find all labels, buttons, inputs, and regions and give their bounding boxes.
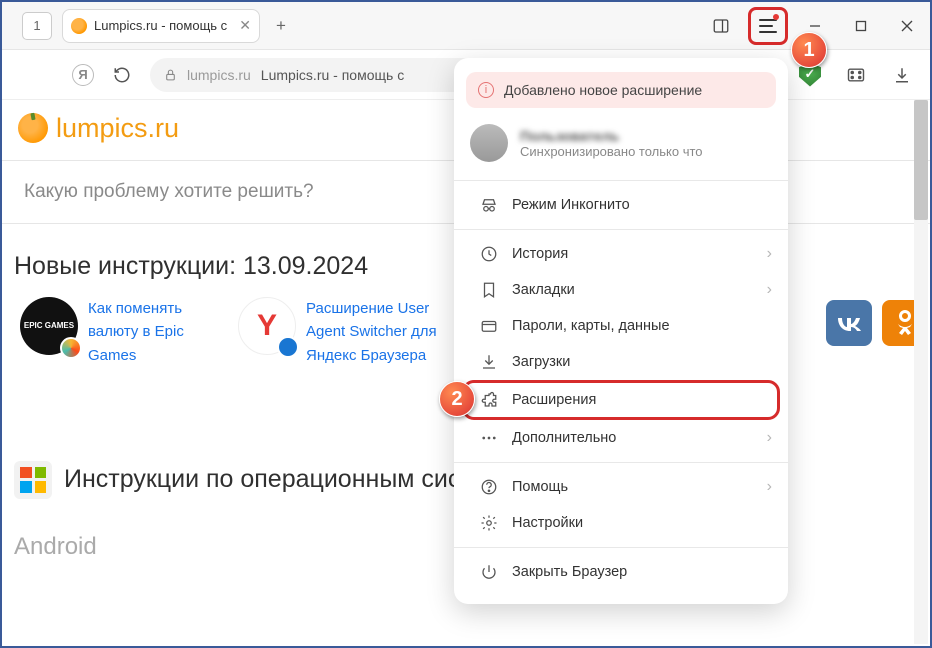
menu-separator bbox=[454, 180, 788, 181]
main-menu-dropdown: i Добавлено новое расширение Пользовател… bbox=[454, 58, 788, 604]
annotation-callout-1: 1 bbox=[791, 32, 827, 68]
chevron-right-icon: › bbox=[767, 478, 772, 496]
menu-profile[interactable]: Пользователь Синхронизировано только что bbox=[454, 116, 788, 174]
card-yandex[interactable]: Y Расширение User Agent Switcher для Янд… bbox=[238, 297, 448, 367]
gear-icon bbox=[480, 514, 498, 532]
avatar-icon bbox=[470, 124, 508, 162]
puzzle-icon bbox=[480, 391, 498, 409]
profile-status: Синхронизировано только что bbox=[520, 144, 703, 159]
menu-more[interactable]: Дополнительно › bbox=[462, 420, 780, 456]
card-badge-icon bbox=[277, 336, 299, 358]
menu-separator bbox=[454, 547, 788, 548]
vertical-scrollbar[interactable] bbox=[914, 100, 928, 644]
power-icon bbox=[480, 563, 498, 581]
chevron-right-icon: › bbox=[767, 281, 772, 299]
menu-banner[interactable]: i Добавлено новое расширение bbox=[466, 72, 776, 108]
yandex-browser-icon: Y bbox=[238, 297, 296, 355]
card-epic[interactable]: EPIC GAMES Как поменять валюту в Epic Ga… bbox=[20, 297, 230, 367]
tab-title: Lumpics.ru - помощь с bbox=[94, 18, 232, 33]
site-logo-text[interactable]: lumpics.ru bbox=[56, 113, 179, 144]
menu-help[interactable]: Помощь › bbox=[462, 469, 780, 505]
yandex-home-icon[interactable]: Я bbox=[72, 64, 94, 86]
hamburger-icon bbox=[759, 19, 777, 33]
favicon-icon bbox=[71, 18, 87, 34]
history-icon bbox=[480, 245, 498, 263]
menu-separator bbox=[454, 229, 788, 230]
menu-banner-text: Добавлено новое расширение bbox=[504, 82, 702, 98]
profile-name: Пользователь bbox=[520, 128, 703, 144]
download-icon bbox=[480, 353, 498, 371]
menu-downloads[interactable]: Загрузки bbox=[462, 344, 780, 380]
scrollbar-thumb[interactable] bbox=[914, 100, 928, 220]
extensions-toolbar-icon[interactable] bbox=[838, 65, 874, 85]
bookmark-icon bbox=[480, 281, 498, 299]
annotation-callout-2: 2 bbox=[439, 381, 475, 417]
new-tab-button[interactable]: + bbox=[266, 11, 296, 41]
info-icon: i bbox=[478, 82, 494, 98]
maximize-button[interactable] bbox=[838, 3, 884, 49]
menu-separator bbox=[454, 462, 788, 463]
browser-tab[interactable]: Lumpics.ru - помощь с ✕ bbox=[62, 9, 260, 43]
menu-incognito[interactable]: Режим Инкогнито bbox=[462, 187, 780, 223]
chevron-right-icon: › bbox=[767, 245, 772, 263]
card-badge-icon bbox=[60, 337, 82, 359]
epic-games-icon: EPIC GAMES bbox=[20, 297, 78, 355]
menu-history[interactable]: История › bbox=[462, 236, 780, 272]
social-buttons bbox=[826, 300, 928, 346]
card-link[interactable]: Как поменять валюту в Epic Games bbox=[88, 297, 230, 367]
card-link[interactable]: Расширение User Agent Switcher для Яндек… bbox=[306, 297, 448, 367]
menu-close-browser[interactable]: Закрыть Браузер bbox=[462, 554, 780, 590]
card-icon bbox=[480, 317, 498, 335]
incognito-icon bbox=[480, 196, 498, 214]
help-icon bbox=[480, 478, 498, 496]
menu-bookmarks[interactable]: Закладки › bbox=[462, 272, 780, 308]
vk-button[interactable] bbox=[826, 300, 872, 346]
lock-icon bbox=[164, 68, 177, 82]
dots-icon bbox=[480, 429, 498, 447]
downloads-icon[interactable] bbox=[884, 66, 920, 84]
close-tab-icon[interactable]: ✕ bbox=[239, 17, 251, 34]
reload-button[interactable] bbox=[104, 66, 140, 84]
url-domain: lumpics.ru bbox=[187, 67, 251, 83]
search-placeholder: Какую проблему хотите решить? bbox=[24, 181, 314, 203]
url-title: Lumpics.ru - помощь с bbox=[261, 67, 404, 83]
notification-dot-icon bbox=[773, 14, 779, 20]
close-window-button[interactable] bbox=[884, 3, 930, 49]
chevron-right-icon: › bbox=[767, 429, 772, 447]
main-menu-button[interactable] bbox=[748, 7, 788, 45]
menu-passwords[interactable]: Пароли, карты, данные bbox=[462, 308, 780, 344]
menu-settings[interactable]: Настройки bbox=[462, 505, 780, 541]
os-grid-icon bbox=[14, 461, 52, 499]
window-titlebar: 1 Lumpics.ru - помощь с ✕ + bbox=[2, 2, 930, 50]
menu-extensions[interactable]: Расширения bbox=[462, 380, 780, 420]
bookmark-panel-icon[interactable] bbox=[698, 3, 744, 49]
site-logo-icon[interactable] bbox=[18, 113, 48, 143]
tab-counter[interactable]: 1 bbox=[22, 12, 52, 40]
os-android[interactable]: Android bbox=[14, 533, 466, 561]
